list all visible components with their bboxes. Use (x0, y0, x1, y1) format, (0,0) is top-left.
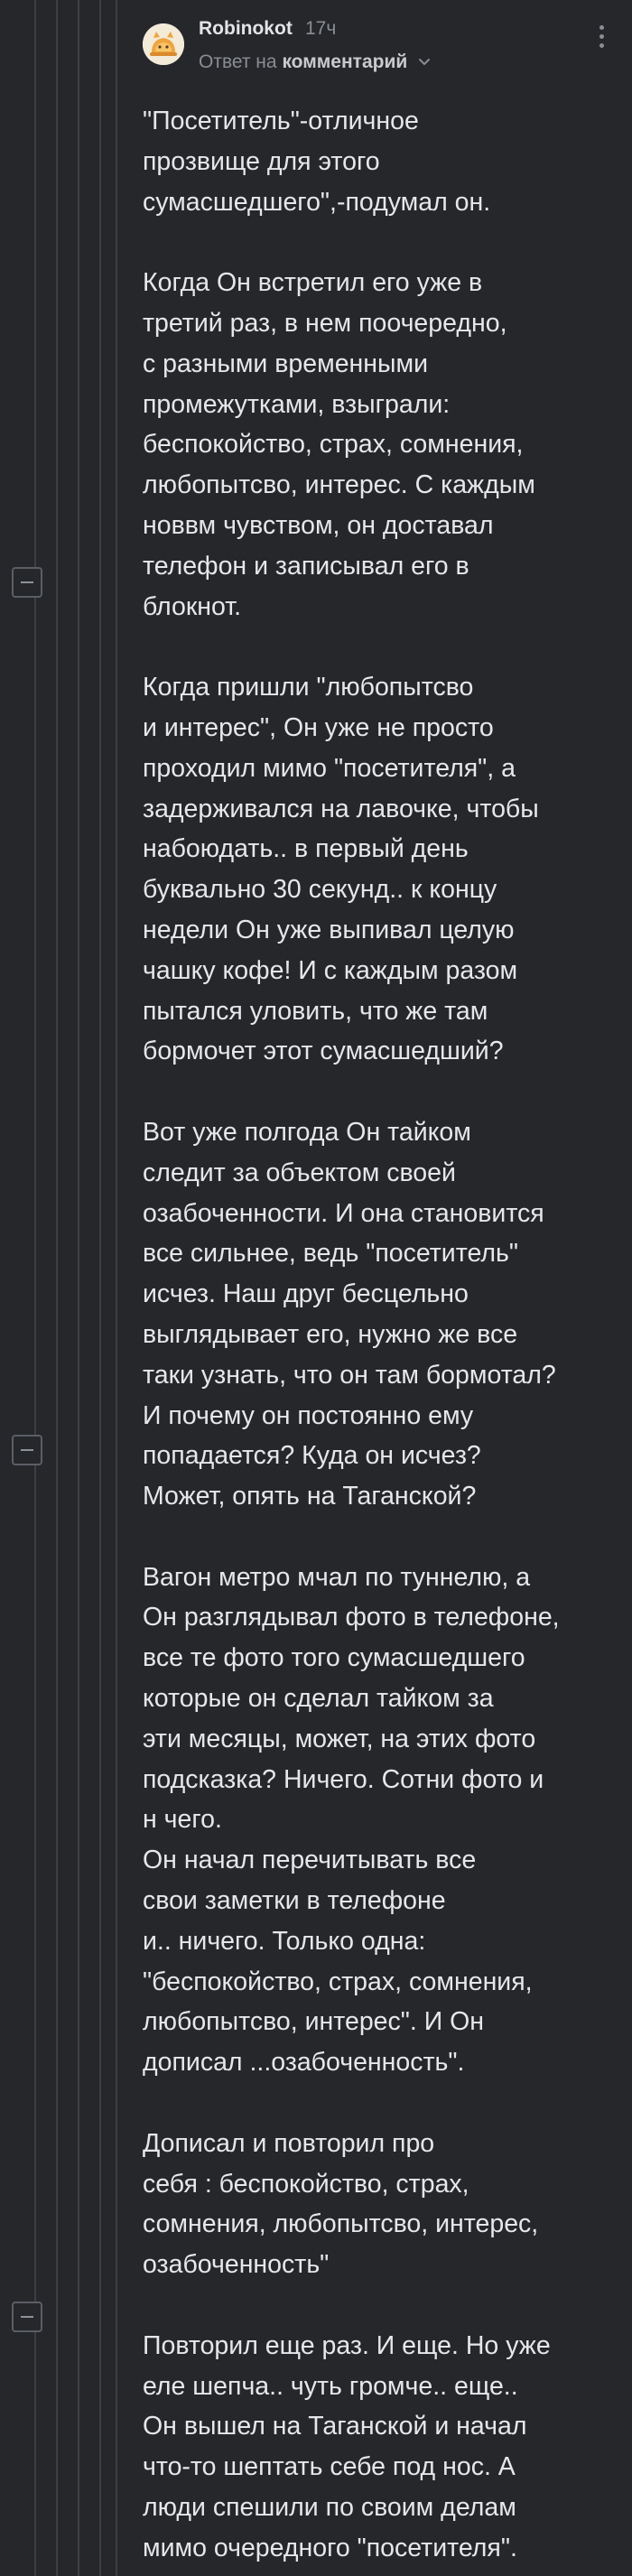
comment-time: 17ч (305, 18, 337, 39)
avatar-image (143, 23, 184, 65)
thread-line (56, 0, 58, 2576)
reply-to: Ответ на комментарий (199, 51, 431, 73)
comment-paragraph: Вагон метро мчал по туннелю, а Он разгля… (143, 1562, 560, 2078)
chevron-down-icon[interactable] (418, 58, 431, 67)
comment-paragraph: "Посетитель"-отличное прозвище для этого… (143, 107, 491, 217)
thread-line (99, 0, 101, 2576)
collapse-thread-button[interactable] (12, 567, 42, 598)
comment-paragraph: Вот уже полгода Он тайком следит за объе… (143, 1117, 556, 1511)
author-name[interactable]: Robinokot (199, 18, 293, 40)
avatar[interactable] (143, 23, 184, 65)
more-options-icon[interactable] (596, 25, 607, 58)
comment-header: Robinokot 17ч Ответ на комментарий (126, 0, 632, 90)
comment: Robinokot 17ч Ответ на комментарий "Посе… (126, 0, 632, 2562)
comment-body: "Посетитель"-отличное прозвище для этого… (143, 101, 621, 2576)
comment-paragraph: Дописал и повторил про себя : беспокойст… (143, 2128, 539, 2280)
comment-paragraph: Когда пришли "любопытсво и интерес", Он … (143, 673, 539, 1066)
reply-prefix: Ответ на (199, 51, 277, 72)
collapse-thread-button[interactable] (12, 1435, 42, 1465)
reply-to-link[interactable]: комментарий (282, 51, 407, 72)
comment-paragraph: Повторил еще раз. И еще. Но уже еле шепч… (143, 2330, 551, 2562)
collapse-thread-button[interactable] (12, 2302, 42, 2332)
thread-line (34, 0, 36, 2576)
comment-paragraph: Когда Он встретил его уже в третий раз, … (143, 268, 535, 621)
thread-line (116, 0, 117, 2576)
thread-line (78, 0, 79, 2576)
comment-thread-page: Robinokot 17ч Ответ на комментарий "Посе… (0, 0, 632, 2576)
